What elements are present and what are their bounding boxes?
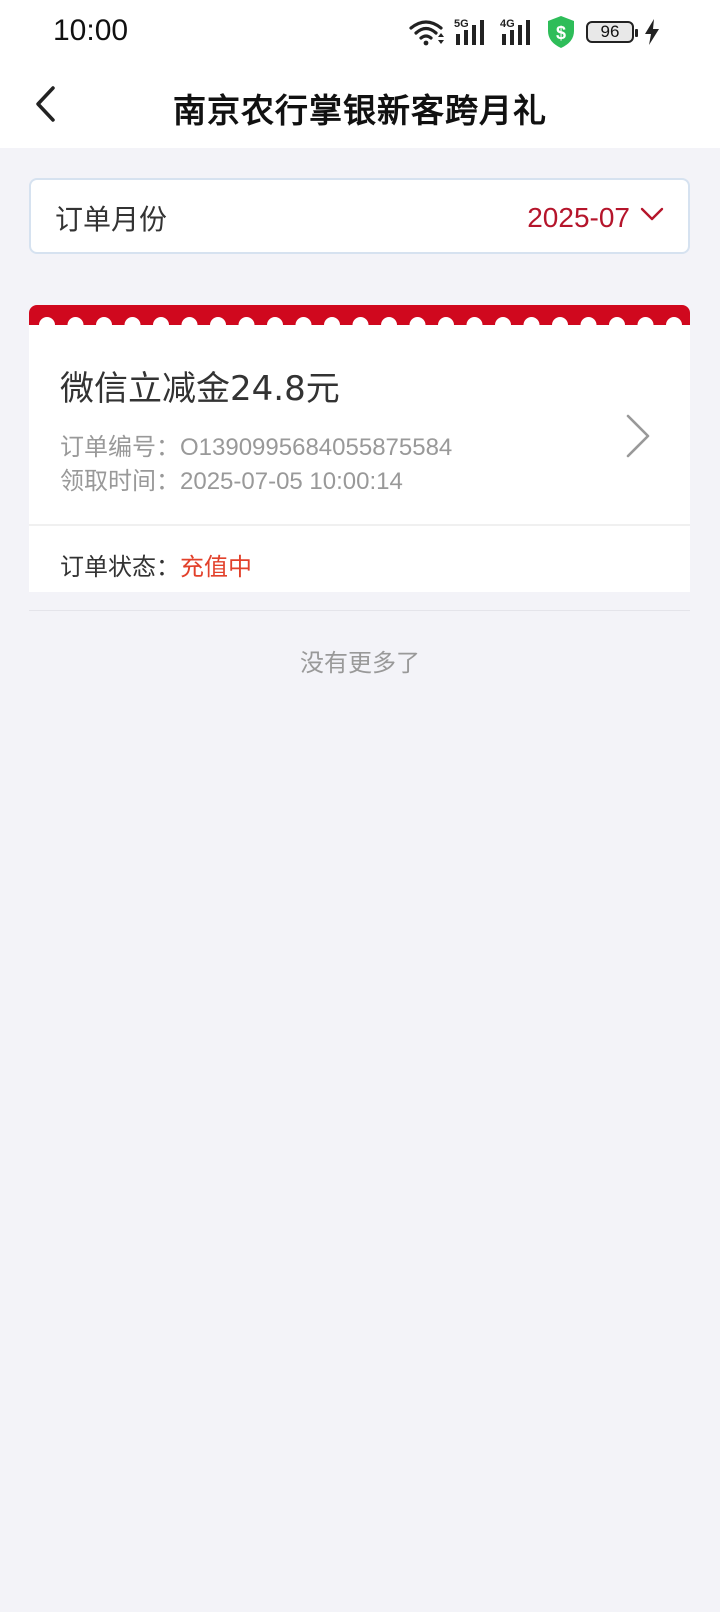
- battery-level: 96: [600, 22, 620, 41]
- chevron-down-icon[interactable]: [640, 206, 664, 225]
- svg-text:$: $: [556, 23, 566, 43]
- shield-dollar-icon: $: [546, 15, 576, 49]
- list-divider: [29, 610, 690, 611]
- status-bar: 10:00 5G 4G $ 96: [0, 0, 720, 64]
- order-month-selector[interactable]: 订单月份 2025-07: [29, 178, 690, 254]
- network-1-label: 5G: [454, 18, 469, 30]
- status-time: 10:00: [53, 14, 129, 47]
- order-number-label: 订单编号：: [60, 433, 180, 461]
- order-card[interactable]: 微信立减金24.8元 订单编号：O1390995684055875584 领取时…: [29, 305, 690, 592]
- signal-5g-icon: 5G: [454, 17, 490, 47]
- order-month-value[interactable]: 2025-07: [527, 202, 630, 234]
- status-icons: 5G 4G $ 96: [408, 14, 660, 50]
- charging-icon: [644, 19, 660, 45]
- ticket-scallop-band: [29, 305, 690, 329]
- wifi-icon: [408, 17, 444, 47]
- order-number-row: 订单编号：O1390995684055875584: [60, 427, 452, 462]
- card-divider: [29, 524, 690, 526]
- order-number-value: O1390995684055875584: [180, 434, 453, 461]
- order-status-value: 充值中: [180, 553, 252, 581]
- order-status-row: 订单状态：充值中: [60, 547, 252, 582]
- order-product-name: 微信立减金24.8元: [60, 369, 340, 409]
- order-status-label: 订单状态：: [60, 553, 180, 581]
- claim-time-row: 领取时间：2025-07-05 10:00:14: [60, 461, 403, 496]
- network-2-label: 4G: [500, 18, 515, 30]
- claim-time-label: 领取时间：: [60, 467, 180, 495]
- battery-icon: 96: [586, 21, 638, 43]
- no-more-text: 没有更多了: [300, 649, 420, 677]
- claim-time-value: 2025-07-05 10:00:14: [180, 468, 403, 495]
- page-title: 南京农行掌银新客跨月礼: [173, 91, 547, 130]
- order-month-label: 订单月份: [55, 203, 168, 236]
- order-detail-link[interactable]: 微信立减金24.8元 订单编号：O1390995684055875584 领取时…: [29, 329, 690, 529]
- chevron-right-icon[interactable]: [624, 413, 652, 463]
- nav-header: 南京农行掌银新客跨月礼: [0, 64, 720, 148]
- signal-4g-icon: 4G: [500, 17, 536, 47]
